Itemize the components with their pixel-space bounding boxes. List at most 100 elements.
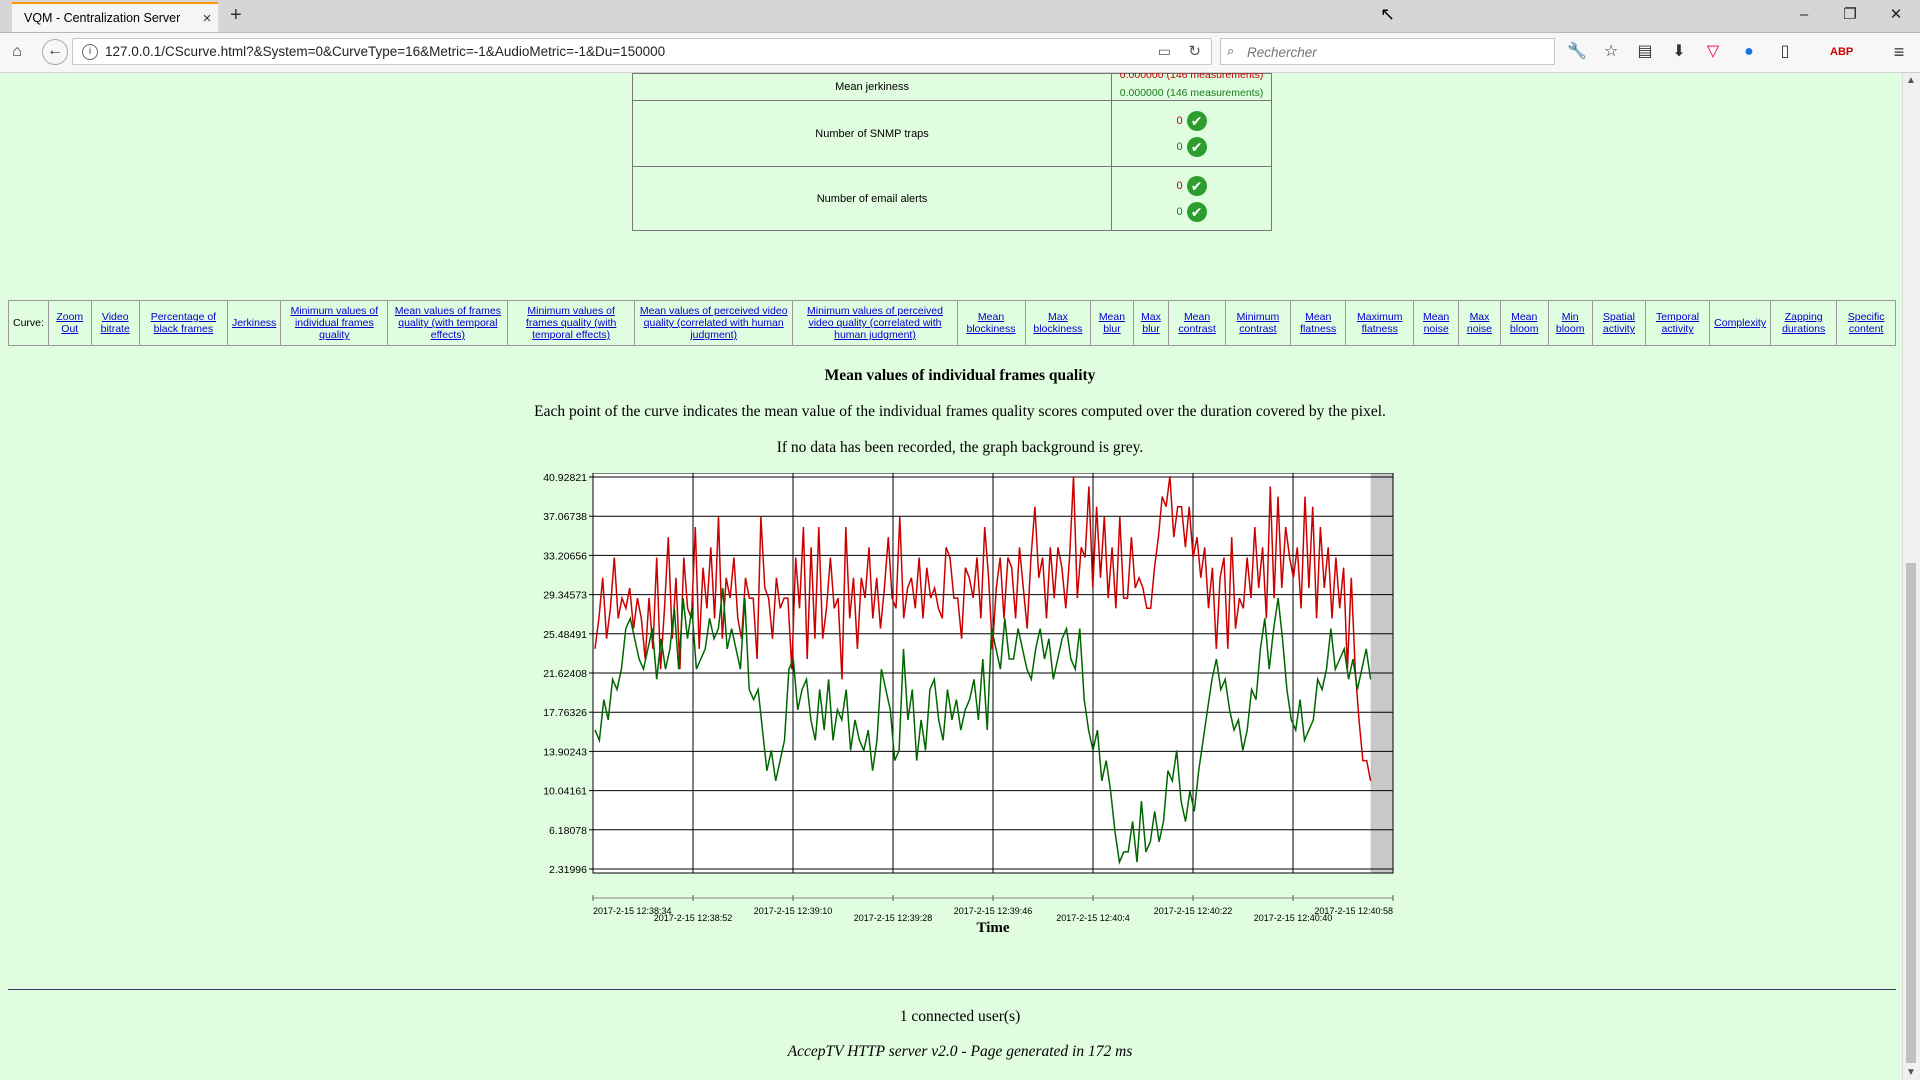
- reload-icon[interactable]: ↻: [1188, 42, 1201, 60]
- curve-link[interactable]: Minimum values of frames quality (with t…: [526, 305, 616, 341]
- curve-link[interactable]: Mean contrast: [1178, 311, 1215, 335]
- stat-name: Mean jerkiness: [631, 73, 1113, 101]
- x-tick-label: 2017-2-15 12:40:22: [1154, 906, 1233, 916]
- pocket-icon[interactable]: ▽: [1702, 41, 1724, 63]
- scroll-thumb[interactable]: [1906, 563, 1916, 1063]
- reader-view-icon[interactable]: ▭: [1158, 43, 1171, 60]
- navigation-toolbar: ⌂ ← i 127.0.0.1/CScurve.html?&System=0&C…: [0, 33, 1920, 73]
- url-bar[interactable]: i 127.0.0.1/CScurve.html?&System=0&Curve…: [72, 38, 1212, 65]
- curve-nav-cell: Mean values of perceived video quality (…: [633, 300, 794, 346]
- browser-tab[interactable]: VQM - Centralization Server ×: [12, 2, 218, 32]
- mouse-cursor-icon: ↖: [1380, 4, 1396, 24]
- curve-link[interactable]: Zapping durations: [1782, 311, 1825, 335]
- curve-nav-cell: Maximum flatness: [1345, 300, 1415, 346]
- clipboard-icon[interactable]: ▯: [1774, 41, 1796, 63]
- maximize-icon[interactable]: ❐: [1830, 2, 1870, 28]
- curve-link[interactable]: Jerkiness: [232, 317, 276, 329]
- new-tab-icon[interactable]: +: [230, 4, 242, 27]
- curve-link[interactable]: Minimum values of perceived video qualit…: [807, 305, 943, 341]
- search-input[interactable]: [1245, 41, 1549, 63]
- x-tick-label: 2017-2-15 12:39:46: [954, 906, 1033, 916]
- scrollbar[interactable]: ▲ ▼: [1902, 73, 1920, 1080]
- curve-link[interactable]: Max blockiness: [1033, 311, 1082, 335]
- y-tick-label: 37.06738: [543, 511, 587, 523]
- adblock-icon[interactable]: ABP: [1830, 41, 1853, 63]
- stat-green-value: 0: [1176, 205, 1183, 218]
- y-tick-label: 33.20656: [543, 550, 587, 562]
- stat-red-value: 0: [1176, 114, 1183, 127]
- y-tick-label: 10.04161: [543, 786, 587, 798]
- minimize-icon[interactable]: –: [1784, 2, 1824, 28]
- ok-check-icon: ✔: [1186, 175, 1207, 196]
- curve-link[interactable]: Minimum values of individual frames qual…: [291, 305, 379, 341]
- curve-nav-cell: Mean noise: [1413, 300, 1460, 346]
- x-tick-label: 2017-2-15 12:40:4: [1056, 913, 1130, 923]
- curve-link[interactable]: Specific content: [1848, 311, 1885, 335]
- y-tick-label: 2.31996: [549, 864, 587, 876]
- curve-nav-cell: Temporal activity: [1644, 300, 1711, 346]
- scroll-up-icon[interactable]: ▲: [1906, 75, 1916, 86]
- stat-red-value: 0: [1176, 179, 1183, 192]
- curve-nav-cell: Zapping durations: [1770, 300, 1838, 346]
- curve-link[interactable]: Max noise: [1467, 311, 1492, 335]
- curve-link[interactable]: Video bitrate: [101, 311, 130, 335]
- curve-link[interactable]: Mean bloom: [1510, 311, 1539, 335]
- back-icon[interactable]: ←: [42, 39, 68, 65]
- curve-link[interactable]: Temporal activity: [1656, 311, 1699, 335]
- curve-nav-cell: Minimum contrast: [1224, 300, 1292, 346]
- download-icon[interactable]: ⬇: [1668, 41, 1690, 63]
- home-icon[interactable]: ⌂: [6, 41, 28, 63]
- curve-label: Curve:: [8, 300, 49, 346]
- stat-name: Number of email alerts: [631, 166, 1113, 231]
- y-tick-label: 17.76326: [543, 707, 587, 719]
- stat-red-value: 0.000000 (146 measurements): [1119, 73, 1264, 81]
- scroll-down-icon[interactable]: ▼: [1906, 1067, 1916, 1078]
- curve-nav-cell: Video bitrate: [90, 300, 140, 346]
- menu-icon[interactable]: ≡: [1888, 41, 1910, 63]
- window-close-icon[interactable]: ✕: [1876, 2, 1916, 28]
- curve-nav-cell: Jerkiness: [226, 300, 282, 346]
- y-tick-label: 29.34573: [543, 590, 587, 602]
- ok-check-icon: ✔: [1186, 136, 1207, 157]
- y-tick-label: 13.90243: [543, 746, 587, 758]
- curve-link[interactable]: Mean blur: [1099, 311, 1125, 335]
- search-box[interactable]: ⌕: [1220, 38, 1555, 65]
- table-row: Mean jerkiness 0.000000 (146 measurement…: [631, 73, 1272, 101]
- curve-nav-cell: Mean blur: [1090, 300, 1134, 346]
- curve-link[interactable]: Mean blockiness: [967, 311, 1016, 335]
- curve-link[interactable]: Mean values of frames quality (with temp…: [395, 305, 501, 341]
- bookmark-star-icon[interactable]: ☆: [1600, 41, 1622, 63]
- curve-link[interactable]: Mean flatness: [1300, 311, 1336, 335]
- curve-nav-cell: Spatial activity: [1591, 300, 1646, 346]
- curve-link[interactable]: Min bloom: [1556, 311, 1585, 335]
- table-row: Number of email alerts 0 ✔ 0 ✔: [631, 166, 1272, 231]
- curve-link[interactable]: Spatial activity: [1603, 311, 1635, 335]
- stat-value: 0 ✔ 0 ✔: [1111, 166, 1272, 231]
- wrench-icon[interactable]: 🔧: [1566, 41, 1588, 63]
- curve-link[interactable]: Maximum flatness: [1357, 311, 1403, 335]
- curve-nav-row: Curve: Zoom Out Video bitrate Percentage o…: [8, 300, 1896, 346]
- page-content: Mean jerkiness 0.000000 (146 measurement…: [0, 73, 1920, 1080]
- url-text[interactable]: 127.0.0.1/CScurve.html?&System=0&CurveTy…: [105, 44, 665, 59]
- library-icon[interactable]: ▤: [1634, 41, 1656, 63]
- curve-link[interactable]: Mean noise: [1423, 311, 1449, 335]
- curve-nav-cell: Zoom Out: [47, 300, 92, 346]
- info-icon[interactable]: i: [82, 44, 98, 60]
- tab-close-icon[interactable]: ×: [196, 10, 218, 27]
- curve-nav-cell: Mean contrast: [1168, 300, 1226, 346]
- curve-link[interactable]: Percentage of black frames: [151, 311, 216, 335]
- curve-link[interactable]: Zoom Out: [56, 311, 83, 335]
- curve-link[interactable]: Mean values of perceived video quality (…: [640, 305, 788, 341]
- tab-title: VQM - Centralization Server: [24, 11, 181, 25]
- stat-value: 0 ✔ 0 ✔: [1111, 100, 1272, 167]
- curve-link[interactable]: Complexity: [1714, 317, 1766, 329]
- server-footer: AccepTV HTTP server v2.0 - Page generate…: [787, 1043, 1133, 1060]
- color-icon[interactable]: ●: [1738, 41, 1760, 63]
- curve-link[interactable]: Minimum contrast: [1237, 311, 1280, 335]
- curve-nav-cell: Mean bloom: [1499, 300, 1549, 346]
- curve-nav-cell: Complexity: [1709, 300, 1772, 346]
- y-tick-label: 21.62408: [543, 668, 587, 680]
- curve-nav-cell: Mean blockiness: [956, 300, 1026, 346]
- curve-link[interactable]: Max blur: [1141, 311, 1161, 335]
- search-icon: ⌕: [1227, 43, 1235, 58]
